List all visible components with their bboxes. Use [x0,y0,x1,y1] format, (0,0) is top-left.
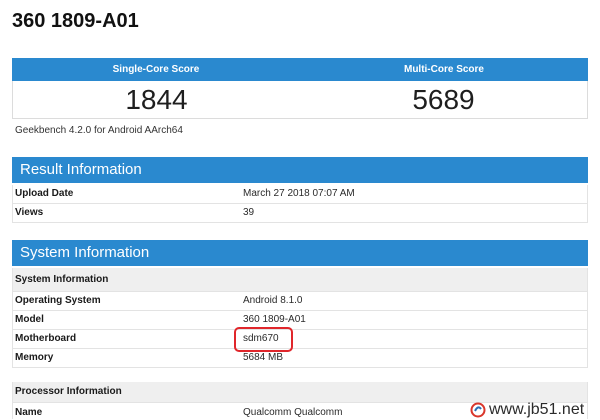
result-information-table: Upload Date March 27 2018 07:07 AM Views… [12,185,588,223]
score-box: Single-Core Score Multi-Core Score 1844 … [12,58,588,119]
row-label: Upload Date [15,188,74,199]
geekbench-version-text: Geekbench 4.2.0 for Android AArch64 [15,125,183,136]
single-core-score-value: 1844 [125,84,188,115]
device-title: 360 1809-A01 [12,10,139,32]
row-value: March 27 2018 07:07 AM [243,188,355,199]
row-label: Views [15,207,44,218]
row-value: 39 [243,207,255,218]
row-value: Android 8.1.0 [243,295,303,306]
row-label: Motherboard [15,333,77,344]
system-information-heading: System Information [12,240,588,266]
table-row-motherboard: Motherboard sdm670 [13,330,587,349]
table-row-upload-date: Upload Date March 27 2018 07:07 AM [13,185,587,204]
single-core-score-label: Single-Core Score [112,64,200,75]
geekbench-result-page: 360 1809-A01 Single-Core Score Multi-Cor… [0,0,600,420]
jb51-logo-icon [470,402,486,418]
table-row-memory: Memory 5684 MB [13,349,587,368]
row-label: Name [15,407,43,418]
system-information-table: System Information Operating System Andr… [12,268,588,368]
result-information-section: Result Information Upload Date March 27 … [12,157,588,223]
motherboard-highlight-box [234,327,293,352]
table-row-operating-system: Operating System Android 8.1.0 [13,292,587,311]
table-row-views: Views 39 [13,204,587,223]
table-row-model: Model 360 1809-A01 [13,311,587,330]
watermark-text: www.jb51.net [489,401,585,418]
row-label: Model [15,314,44,325]
row-label: Operating System [15,295,101,306]
result-information-heading: Result Information [12,157,588,183]
row-value: Qualcomm Qualcomm [243,407,343,418]
score-values: 1844 5689 [12,81,588,119]
multi-core-score-value: 5689 [412,84,475,115]
system-information-subheader: System Information [13,268,587,292]
row-label: Memory [15,352,54,363]
processor-information-subheader: Processor Information [13,382,587,403]
multi-core-score-label: Multi-Core Score [403,64,484,75]
system-information-section: System Information System Information Op… [12,240,588,419]
score-header: Single-Core Score Multi-Core Score [12,58,588,81]
